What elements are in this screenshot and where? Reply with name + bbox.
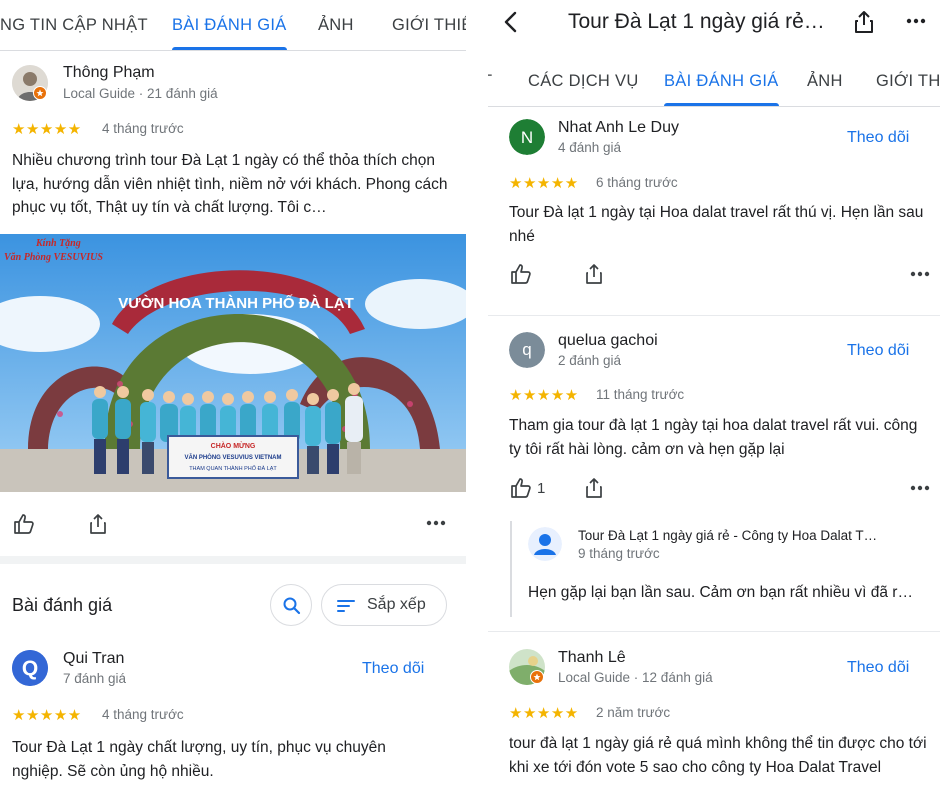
star-rating: ★★★★★ xyxy=(12,707,82,724)
screen-gap xyxy=(466,0,488,788)
like-icon[interactable] xyxy=(509,262,533,286)
reply-indent-line xyxy=(510,521,512,617)
reviewer-name[interactable]: Thanh Lê xyxy=(558,649,626,667)
banner-line-1: CHÀO MỪNG xyxy=(211,441,256,450)
tab-reviews[interactable]: BÀI ĐÁNH GIÁ xyxy=(172,0,287,50)
photo-caption-line-2: Văn Phòng VESUVIUS xyxy=(4,252,103,263)
review-date: 6 tháng trước xyxy=(596,175,678,190)
tab-reviews[interactable]: BÀI ĐÁNH GIÁ xyxy=(664,56,779,106)
local-guide-badge-icon xyxy=(530,670,544,684)
star-rating: ★★★★★ xyxy=(509,387,579,404)
review-text[interactable]: Tham gia tour đà lạt 1 ngày tại hoa dala… xyxy=(509,414,929,461)
follow-button[interactable]: Theo dõi xyxy=(362,660,424,678)
letter-avatar-icon: q xyxy=(509,332,545,368)
owner-reply-date: 9 tháng trước xyxy=(578,546,660,561)
tab-divider xyxy=(488,106,940,107)
banner-line-3: THAM QUAN THÀNH PHỐ ĐÀ LẠT xyxy=(189,465,277,472)
search-reviews-button[interactable] xyxy=(270,584,312,626)
follow-button[interactable]: Theo dõi xyxy=(847,129,909,147)
follow-button[interactable]: Theo dõi xyxy=(847,342,909,360)
right-tab-bar: T CÁC DỊCH VỤ BÀI ĐÁNH GIÁ ẢNH GIỚI THI xyxy=(488,56,940,106)
person-icon xyxy=(528,527,562,561)
letter-avatar-icon: Q xyxy=(12,650,48,686)
more-options-icon[interactable] xyxy=(910,483,930,493)
share-icon[interactable] xyxy=(86,512,110,536)
reviewer-name[interactable]: Thông Phạm xyxy=(63,64,155,82)
tab-services[interactable]: CÁC DỊCH VỤ xyxy=(528,56,639,106)
review-text[interactable]: Nhiều chương trình tour Đà Lạt 1 ngày có… xyxy=(12,149,452,220)
left-screen: NG TIN CẬP NHẬT BÀI ĐÁNH GIÁ ẢNH GIỚI TH… xyxy=(0,0,466,788)
more-options-icon[interactable] xyxy=(906,17,926,25)
share-icon[interactable] xyxy=(582,262,606,286)
owner-avatar[interactable] xyxy=(528,527,562,561)
local-guide-badge-icon xyxy=(33,86,47,100)
more-options-icon[interactable] xyxy=(910,269,930,279)
share-icon[interactable] xyxy=(853,10,875,34)
avatar[interactable]: Q xyxy=(12,650,48,686)
tab-photos[interactable]: ẢNH xyxy=(318,0,354,50)
reviewer-meta: 7 đánh giá xyxy=(63,671,127,686)
arch-sign-text: VƯỜN HOA THÀNH PHỐ ĐÀ LẠT xyxy=(118,294,354,312)
star-rating: ★★★★★ xyxy=(509,175,579,192)
section-title: Bài đánh giá xyxy=(12,595,113,615)
review-text[interactable]: Tour Đà lạt 1 ngày tại Hoa dalat travel … xyxy=(509,201,929,248)
letter-avatar-icon: N xyxy=(509,119,545,155)
left-tab-bar: NG TIN CẬP NHẬT BÀI ĐÁNH GIÁ ẢNH GIỚI TH… xyxy=(0,0,466,50)
reviewer-meta: Local Guide · 21 đánh giá xyxy=(63,86,218,101)
review-date: 11 tháng trước xyxy=(596,387,685,402)
photo-caption-line-1: Kính Tặng xyxy=(35,238,81,249)
more-options-icon[interactable] xyxy=(426,518,446,528)
reviewer-meta: 4 đánh giá xyxy=(558,140,622,155)
follow-button[interactable]: Theo dõi xyxy=(847,659,909,677)
flower-garden-photo: VƯỜN HOA THÀNH PHỐ ĐÀ LẠT CHÀO MỪNG VĂN … xyxy=(0,234,466,492)
review-divider xyxy=(488,315,940,316)
review-date: 4 tháng trước xyxy=(102,121,184,136)
tab-photos[interactable]: ẢNH xyxy=(807,56,843,106)
like-icon[interactable] xyxy=(509,476,533,500)
reviewer-name[interactable]: Nhat Anh Le Duy xyxy=(558,119,679,137)
sort-icon xyxy=(337,600,355,612)
owner-reply-text[interactable]: Hẹn gặp lại bạn lần sau. Cảm ơn bạn rất … xyxy=(528,584,913,602)
search-icon xyxy=(283,597,301,615)
tab-divider xyxy=(0,50,466,51)
review-photo[interactable]: VƯỜN HOA THÀNH PHỐ ĐÀ LẠT CHÀO MỪNG VĂN … xyxy=(0,234,466,492)
like-count: 1 xyxy=(537,480,546,497)
review-text[interactable]: tour đà lạt 1 ngày giá rẻ quá mình không… xyxy=(509,732,934,779)
star-rating: ★★★★★ xyxy=(12,121,82,138)
review-date: 4 tháng trước xyxy=(102,707,184,722)
review-divider xyxy=(488,631,940,632)
tab-about[interactable]: GIỚI THI xyxy=(876,56,940,106)
like-icon[interactable] xyxy=(12,512,36,536)
sort-button[interactable]: Sắp xếp xyxy=(321,584,447,626)
reviewer-name[interactable]: quelua gachoi xyxy=(558,332,658,350)
owner-name[interactable]: Tour Đà Lạt 1 ngày giá rẻ - Công ty Hoa … xyxy=(578,528,877,543)
tab-about[interactable]: GIỚI THIỆ xyxy=(392,0,466,50)
reviewer-meta: 2 đánh giá xyxy=(558,353,622,368)
review-text[interactable]: Tour Đà Lạt 1 ngày chất lượng, uy tín, p… xyxy=(12,736,432,783)
avatar[interactable]: N xyxy=(509,119,545,155)
tab-updates[interactable]: NG TIN CẬP NHẬT xyxy=(0,0,148,50)
reviewer-name[interactable]: Qui Tran xyxy=(63,650,124,668)
review-date: 2 năm trước xyxy=(596,705,671,720)
right-screen: Tour Đà Lạt 1 ngày giá rẻ… T CÁC DỊCH VỤ… xyxy=(488,0,940,788)
section-divider xyxy=(0,556,466,564)
reviewer-meta: Local Guide · 12 đánh giá xyxy=(558,670,713,685)
back-arrow-icon[interactable] xyxy=(502,10,520,34)
banner-line-2: VĂN PHÒNG VESUVIUS VIETNAM xyxy=(184,453,281,461)
share-icon[interactable] xyxy=(582,476,606,500)
star-rating: ★★★★★ xyxy=(509,705,579,722)
avatar[interactable]: q xyxy=(509,332,545,368)
sort-label: Sắp xếp xyxy=(367,596,426,613)
place-title: Tour Đà Lạt 1 ngày giá rẻ… xyxy=(568,10,825,33)
tab-truncated[interactable]: T xyxy=(488,56,492,106)
svg-text:Q: Q xyxy=(22,657,38,680)
svg-text:q: q xyxy=(522,340,531,359)
svg-text:N: N xyxy=(521,128,533,147)
